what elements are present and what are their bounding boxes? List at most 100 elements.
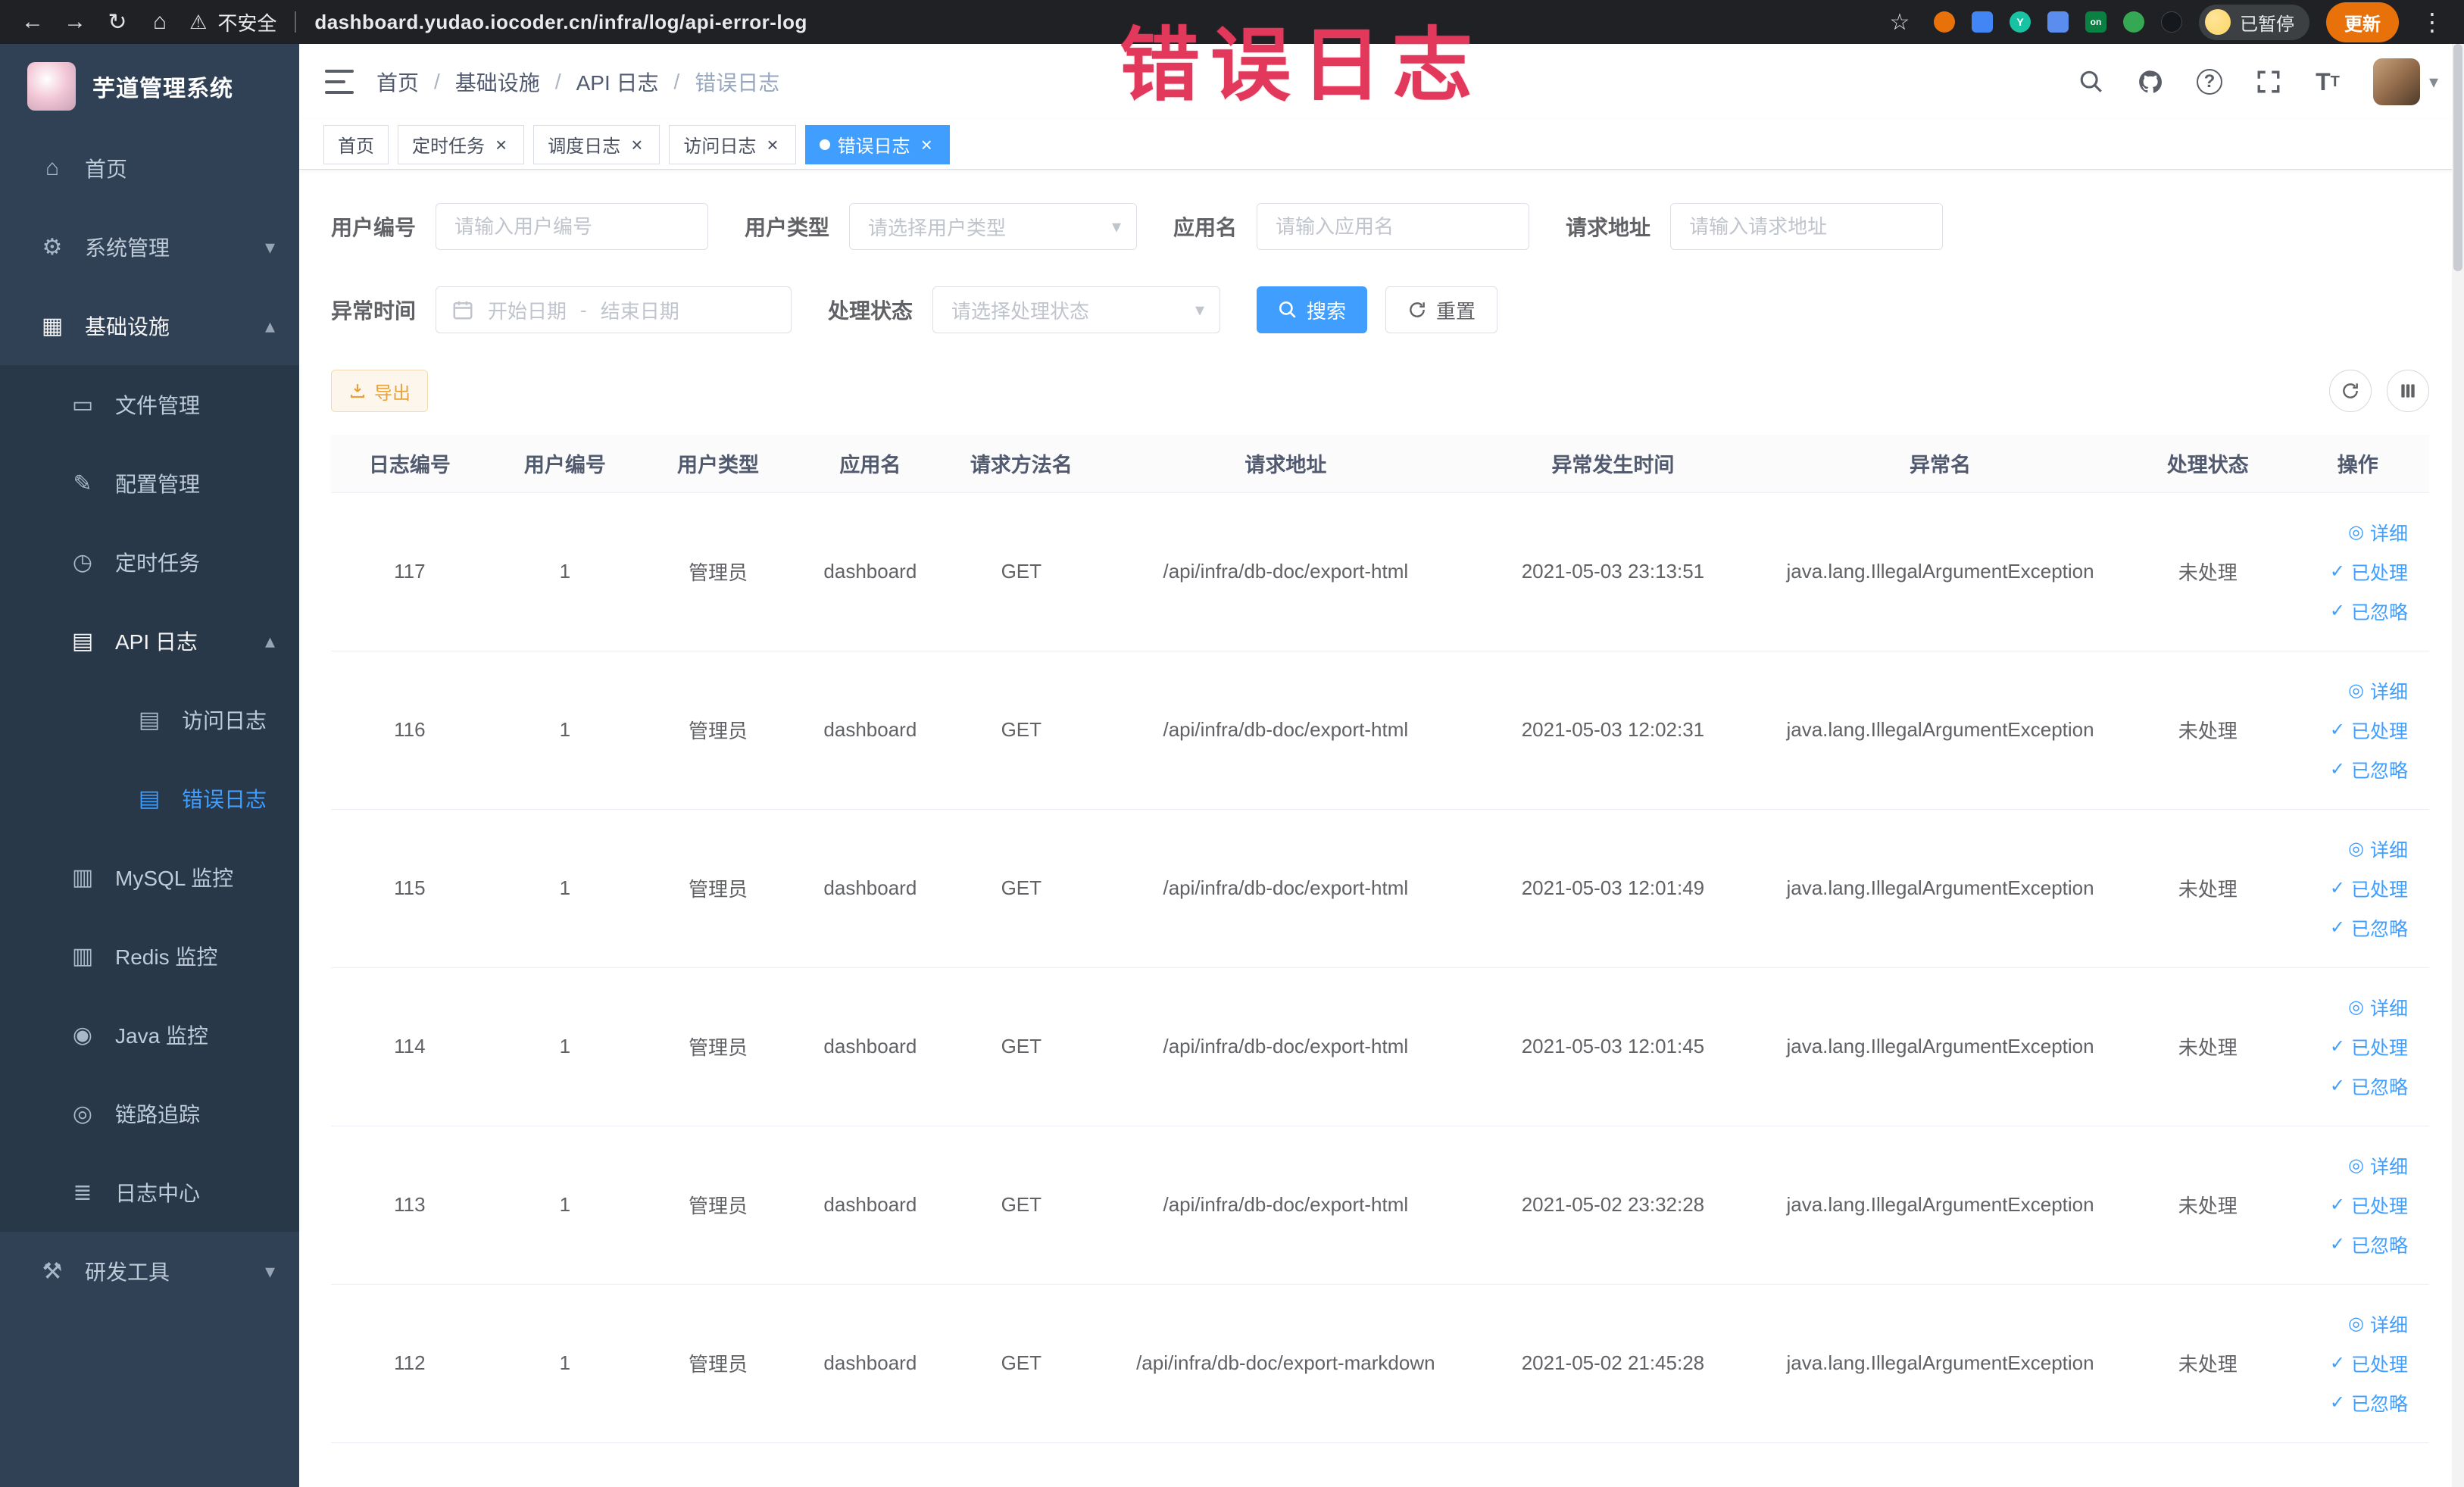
forward-icon[interactable]: →: [58, 5, 92, 39]
table-row: 116 1 管理员 dashboard GET /api/infra/db-do…: [331, 651, 2429, 810]
search-icon: [1279, 301, 1296, 318]
fullscreen-icon[interactable]: [2255, 68, 2282, 95]
tab-scheduled-tasks[interactable]: 定时任务 ×: [398, 124, 525, 164]
back-icon[interactable]: ←: [15, 5, 50, 39]
logo-image: [27, 62, 76, 111]
close-tab-icon[interactable]: ×: [764, 135, 781, 155]
detail-link[interactable]: ◎ 详细: [2348, 836, 2408, 863]
close-tab-icon[interactable]: ×: [918, 135, 935, 155]
sidebar-toggle-icon[interactable]: [325, 70, 354, 94]
browser-home-icon[interactable]: ⌂: [142, 5, 177, 39]
user-menu[interactable]: ▾: [2372, 58, 2438, 105]
request-url-input[interactable]: [1670, 203, 1944, 250]
app-name-input[interactable]: [1257, 203, 1530, 250]
sidebar-item-java-monitor[interactable]: ◉ Java 监控: [0, 995, 299, 1074]
sidebar-item-mysql-monitor[interactable]: ▥ MySQL 监控: [0, 838, 299, 917]
mark-ignored-link[interactable]: ✓ 已忽略: [2330, 914, 2408, 942]
mark-processed-link[interactable]: ✓ 已处理: [2330, 1350, 2408, 1377]
extension-icon[interactable]: [1934, 11, 1955, 33]
mark-processed-link[interactable]: ✓ 已处理: [2330, 1192, 2408, 1219]
chevron-up-icon: ▴: [264, 629, 275, 652]
page-scrollbar[interactable]: [2452, 44, 2464, 1487]
close-tab-icon[interactable]: ×: [492, 135, 510, 155]
detail-link[interactable]: ◎ 详细: [2348, 519, 2408, 546]
mark-ignored-link[interactable]: ✓ 已忽略: [2330, 1389, 2408, 1417]
sidebar-item-scheduled-tasks[interactable]: ◷ 定时任务: [0, 523, 299, 601]
sidebar: 芋道管理系统 ⌂ 首页 ⚙ 系统管理 ▾ ▦ 基础设施 ▴ ▭ 文件管理 ✎ 配…: [0, 44, 299, 1487]
filter-process-status: 处理状态 请选择处理状态 ▾: [828, 286, 1221, 333]
close-tab-icon[interactable]: ×: [628, 135, 645, 155]
bookmark-star-icon[interactable]: ☆: [1882, 5, 1917, 39]
breadcrumb-item[interactable]: 基础设施: [455, 67, 540, 97]
extension-icon[interactable]: Y: [2010, 11, 2031, 33]
extension-icon[interactable]: on: [2085, 11, 2106, 33]
mark-ignored-link[interactable]: ✓ 已忽略: [2330, 756, 2408, 783]
sidebar-item-file-manage[interactable]: ▭ 文件管理: [0, 365, 299, 444]
sidebar-item-config-manage[interactable]: ✎ 配置管理: [0, 444, 299, 523]
tab-home[interactable]: 首页: [323, 124, 389, 164]
database-icon: ▥: [71, 864, 94, 890]
mark-processed-link[interactable]: ✓ 已处理: [2330, 875, 2408, 902]
extensions-puzzle-icon[interactable]: [2161, 11, 2182, 33]
reset-button[interactable]: 重置: [1385, 286, 1498, 333]
export-button[interactable]: 导出: [331, 370, 428, 412]
update-button[interactable]: 更新: [2326, 2, 2399, 42]
detail-link[interactable]: ◎ 详细: [2348, 677, 2408, 704]
column-settings-button[interactable]: [2387, 370, 2429, 412]
mark-processed-link[interactable]: ✓ 已处理: [2330, 717, 2408, 744]
sidebar-item-log-center[interactable]: ≣ 日志中心: [0, 1153, 299, 1232]
search-button[interactable]: 搜索: [1257, 286, 1368, 333]
mark-processed-link[interactable]: ✓ 已处理: [2330, 558, 2408, 586]
detail-link[interactable]: ◎ 详细: [2348, 994, 2408, 1021]
detail-link[interactable]: ◎ 详细: [2348, 1152, 2408, 1179]
document-icon: ▤: [138, 786, 161, 811]
scrollbar-thumb[interactable]: [2453, 44, 2462, 271]
breadcrumb-item[interactable]: API 日志: [576, 67, 659, 97]
sidebar-item-infra[interactable]: ▦ 基础设施 ▴: [0, 286, 299, 365]
sidebar-item-dev-tools[interactable]: ⚒ 研发工具 ▾: [0, 1232, 299, 1310]
github-icon[interactable]: [2137, 68, 2164, 95]
sidebar-item-system[interactable]: ⚙ 系统管理 ▾: [0, 208, 299, 286]
process-status-select[interactable]: 请选择处理状态 ▾: [932, 286, 1221, 333]
user-id-input[interactable]: [436, 203, 709, 250]
end-date-placeholder: 结束日期: [600, 299, 679, 323]
sidebar-item-error-log[interactable]: ▤ 错误日志: [0, 759, 299, 838]
date-range-picker[interactable]: 开始日期 - 结束日期: [436, 286, 792, 333]
font-size-icon[interactable]: TT: [2314, 68, 2341, 95]
breadcrumb-item[interactable]: 首页: [376, 67, 419, 97]
column-header: 异常发生时间: [1474, 435, 1752, 493]
eye-icon: ◎: [2348, 680, 2364, 701]
tab-access-log[interactable]: 访问日志 ×: [669, 124, 796, 164]
check-icon: ✓: [2329, 1036, 2345, 1057]
sidebar-item-home[interactable]: ⌂ 首页: [0, 129, 299, 208]
search-icon[interactable]: [2078, 68, 2105, 95]
reload-icon[interactable]: ↻: [100, 5, 135, 39]
extension-icon[interactable]: [2047, 11, 2069, 33]
extension-icon[interactable]: [1972, 11, 1993, 33]
detail-link[interactable]: ◎ 详细: [2348, 1310, 2408, 1338]
tab-schedule-log[interactable]: 调度日志 ×: [533, 124, 661, 164]
filter-request-url: 请求地址: [1566, 203, 1944, 250]
sidebar-item-api-logs[interactable]: ▤ API 日志 ▴: [0, 601, 299, 680]
user-type-select[interactable]: 请选择用户类型 ▾: [849, 203, 1138, 250]
filter-user-id: 用户编号: [331, 203, 709, 250]
sidebar-item-redis-monitor[interactable]: ▥ Redis 监控: [0, 917, 299, 995]
mark-ignored-link[interactable]: ✓ 已忽略: [2330, 1073, 2408, 1100]
sidebar-item-tracing[interactable]: ◎ 链路追踪: [0, 1074, 299, 1153]
sidebar-item-access-log[interactable]: ▤ 访问日志: [0, 680, 299, 759]
check-icon: ✓: [2329, 1234, 2345, 1254]
mark-ignored-link[interactable]: ✓ 已忽略: [2330, 1231, 2408, 1258]
mark-ignored-link[interactable]: ✓ 已忽略: [2330, 598, 2408, 625]
extension-icon[interactable]: [2123, 11, 2144, 33]
status-badge: 未处理: [2128, 492, 2287, 651]
app-logo[interactable]: 芋道管理系统: [0, 44, 299, 129]
mark-processed-link[interactable]: ✓ 已处理: [2330, 1033, 2408, 1061]
coffee-icon: ◉: [72, 1022, 93, 1048]
breadcrumb: 首页 / 基础设施 / API 日志 / 错误日志: [376, 67, 779, 97]
refresh-button[interactable]: [2329, 370, 2372, 412]
address-bar[interactable]: ⚠ 不安全 dashboard.yudao.iocoder.cn/infra/l…: [189, 8, 1875, 36]
docs-help-icon[interactable]: ?: [2196, 68, 2223, 95]
browser-menu-icon[interactable]: ⋮: [2416, 8, 2449, 36]
tab-error-log[interactable]: 错误日志 ×: [804, 124, 950, 164]
profile-button[interactable]: 已暂停: [2199, 4, 2309, 40]
